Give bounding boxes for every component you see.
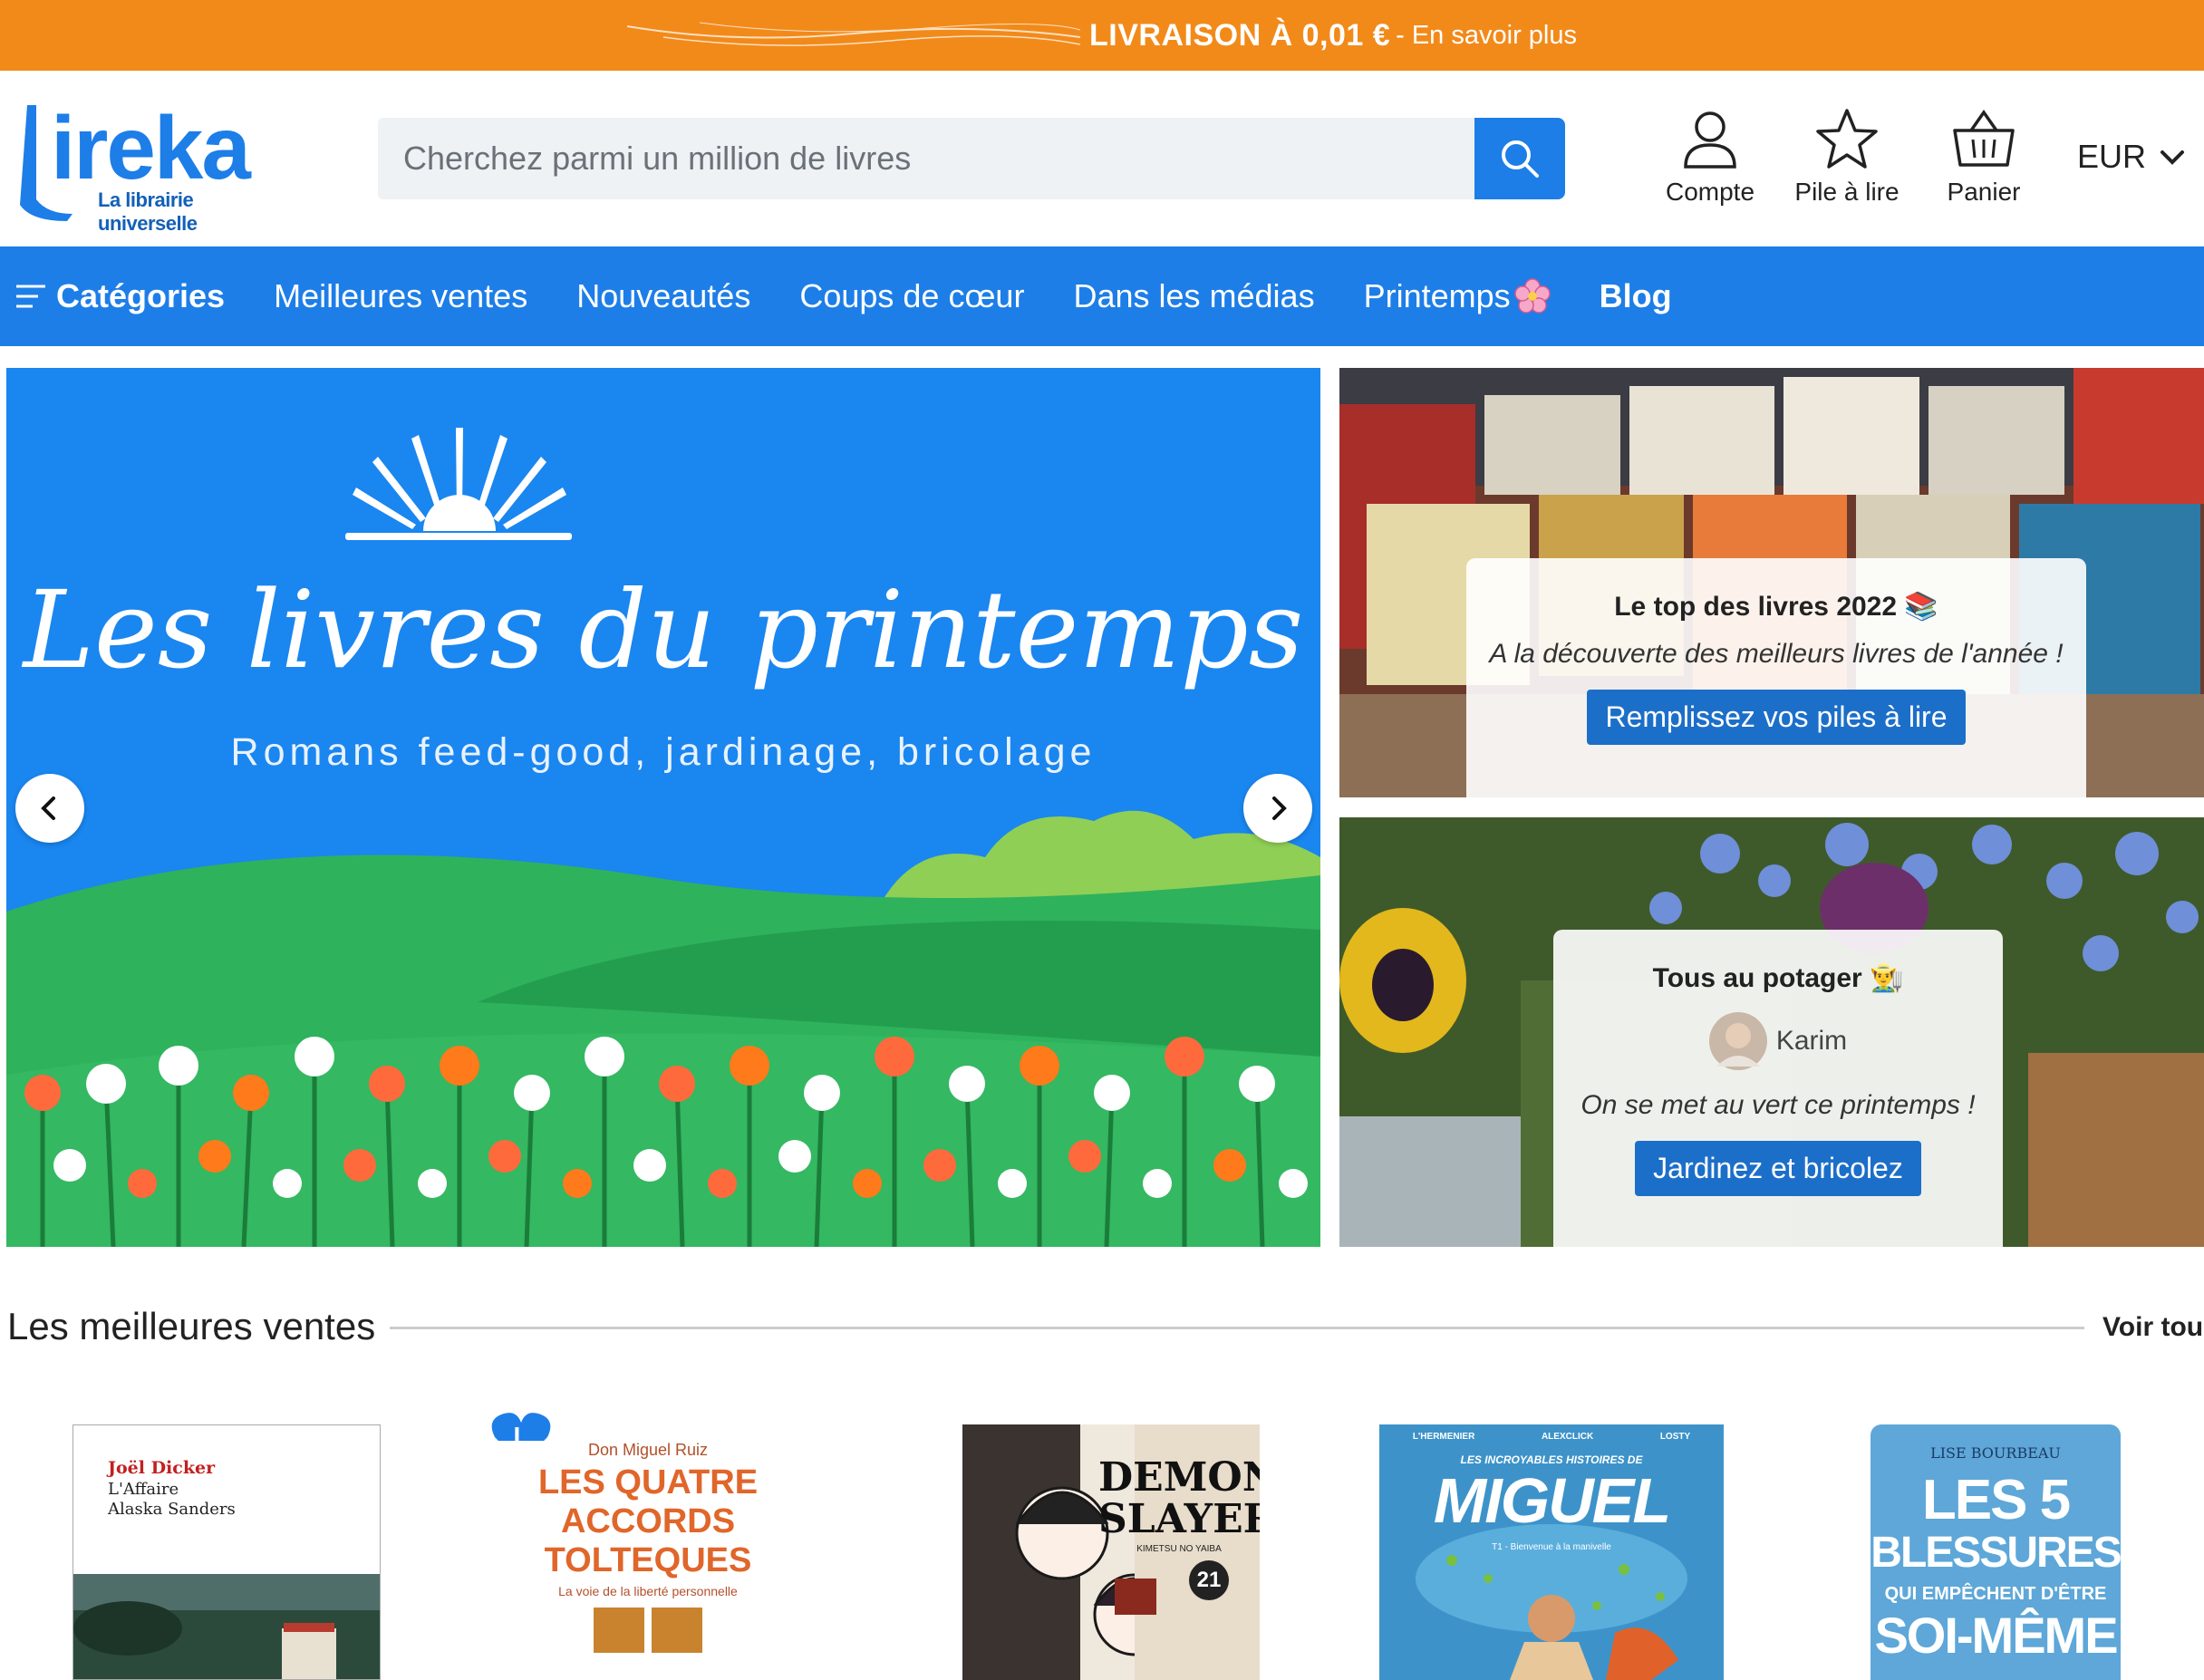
nav-spring-label: Printemps — [1363, 277, 1511, 314]
swoosh-decoration — [627, 22, 1081, 46]
star-icon — [1816, 109, 1878, 169]
section-divider — [390, 1327, 2084, 1329]
garden-card[interactable]: Tous au potager 👨‍🌾 Karim On se met au v… — [1339, 817, 2204, 1247]
book-card[interactable]: L'HERMENIER ALEXCLICK LOSTY LES INCROYAB… — [1379, 1424, 1724, 1680]
lireka-logo[interactable]: ireka La librairie universelle — [14, 98, 286, 235]
wishlist-button[interactable]: Pile à lire — [1784, 107, 1910, 207]
author-avatar — [1708, 1012, 1767, 1070]
book-title-line: L'Affaire — [108, 1480, 179, 1499]
book-title-line: LES QUATRE — [537, 1463, 759, 1501]
currency-value: EUR — [2077, 138, 2147, 175]
promo-banner[interactable]: LIVRAISON À 0,01 € - En savoir plus — [0, 0, 2204, 71]
fill-reading-piles-button[interactable]: Remplissez vos piles à lire — [1587, 690, 1966, 745]
logo-wordmark: ireka — [51, 98, 251, 198]
nav-favorites[interactable]: Coups de cœur — [799, 277, 1024, 315]
volume-badge: 21 — [1189, 1560, 1229, 1600]
book-card[interactable]: Joël Dicker L'Affaire Alaska Sanders — [72, 1424, 381, 1680]
carousel-prev-button[interactable] — [15, 774, 84, 843]
nav-best-sellers[interactable]: Meilleures ventes — [274, 277, 527, 315]
site-header: ireka La librairie universelle Compte Pi… — [0, 71, 2204, 246]
garden-diy-button[interactable]: Jardinez et bricolez — [1635, 1141, 1921, 1196]
promo-strong-text: LIVRAISON À 0,01 € — [1089, 17, 1391, 53]
nav-categories-label: Catégories — [56, 277, 226, 314]
search-input[interactable] — [378, 118, 1474, 199]
account-button[interactable]: Compte — [1647, 107, 1774, 207]
top-books-card[interactable]: Le top des livres 2022 📚 A la découverte… — [1339, 368, 2204, 797]
top-books-text: A la découverte des meilleurs livres de … — [1489, 639, 2064, 669]
book-card[interactable]: L Don Miguel Ruiz LES QUATRE ACCORDS TOL… — [489, 1413, 807, 1680]
book-title-line: SLAYER — [1098, 1496, 1260, 1542]
book-title-line: QUI EMPÊCHENT D'ÊTRE — [1884, 1584, 2107, 1604]
top-books-title: Le top des livres 2022 📚 — [1614, 592, 1938, 622]
top-books-overlay: Le top des livres 2022 📚 A la découverte… — [1466, 558, 2086, 797]
menu-icon — [16, 285, 45, 308]
book-author: Don Miguel Ruiz — [587, 1441, 709, 1459]
book-title-big: MIGUEL — [1433, 1465, 1671, 1536]
carousel-next-button[interactable] — [1243, 774, 1312, 843]
book-credit: ALEXCLICK — [1541, 1432, 1594, 1442]
book-credit: L'HERMENIER — [1412, 1432, 1475, 1442]
chevron-left-icon — [41, 797, 55, 820]
book-title-line: Alaska Sanders — [108, 1500, 236, 1519]
account-label: Compte — [1665, 178, 1755, 206]
book-cover: Don Miguel Ruiz LES QUATRE ACCORDS TOLTE… — [489, 1441, 807, 1680]
wishlist-label: Pile à lire — [1794, 178, 1900, 206]
search-icon — [1502, 140, 1539, 178]
book-author: Joël Dicker — [108, 1458, 216, 1478]
logo-tagline: La librairie universelle — [98, 188, 198, 235]
garden-overlay: Tous au potager 👨‍🌾 Karim On se met au v… — [1553, 930, 2003, 1247]
search-button[interactable] — [1474, 118, 1565, 199]
book-title-line: DEMON — [1098, 1454, 1260, 1501]
cart-label: Panier — [1947, 178, 2021, 206]
book-card[interactable]: DEMON SLAYER KIMETSU NO YAIBA 21 — [962, 1424, 1260, 1680]
hero-illustration — [6, 428, 1320, 1247]
book-subtitle: KIMETSU NO YAIBA — [1136, 1544, 1222, 1554]
book-tome: T1 - Bienvenue à la manivelle — [1492, 1542, 1611, 1552]
author-row: Karim — [1553, 1012, 2003, 1070]
book-title-line: SOI-MÊME — [1874, 1607, 2118, 1664]
author-name: Karim — [1775, 1026, 1848, 1056]
book-title-line: TOLTEQUES — [544, 1541, 752, 1579]
book-credit: LOSTY — [1659, 1432, 1691, 1442]
cherry-blossom-icon — [1513, 278, 1551, 314]
chevron-down-icon — [2160, 150, 2185, 165]
hero-subtitle: Romans feed-good, jardinage, bricolage — [230, 730, 1097, 774]
basket-icon — [1953, 109, 2015, 167]
book-title-line: LES 5 — [1921, 1469, 2071, 1531]
promo-link-text[interactable]: - En savoir plus — [1396, 21, 1577, 51]
nav-in-media[interactable]: Dans les médias — [1073, 277, 1314, 315]
book-credits: L'HERMENIER ALEXCLICK LOSTY — [1379, 1432, 1724, 1442]
search-bar — [378, 118, 1565, 199]
nav-spring[interactable]: Printemps — [1364, 277, 1551, 315]
nav-new-releases[interactable]: Nouveautés — [576, 277, 750, 315]
garden-title: Tous au potager 👨‍🌾 — [1652, 963, 1904, 993]
user-icon — [1684, 111, 1736, 169]
book-cover-painting — [73, 1574, 380, 1679]
nav-blog[interactable]: Blog — [1600, 277, 1672, 315]
book-cover-art — [594, 1608, 702, 1653]
hero-carousel[interactable]: Les livres du printemps Romans feed-good… — [6, 368, 1320, 1247]
main-nav: Catégories Meilleures ventes Nouveautés … — [0, 246, 2204, 346]
book-tagline: La voie de la liberté personnelle — [558, 1584, 738, 1598]
see-all-link[interactable]: Voir tou — [2102, 1312, 2203, 1343]
nav-categories[interactable]: Catégories — [14, 277, 225, 315]
chevron-right-icon — [1272, 797, 1287, 820]
section-title: Les meilleures ventes — [7, 1305, 376, 1347]
book-card[interactable]: LISE BOURBEAU LES 5 BLESSURES QUI EMPÊCH… — [1870, 1424, 2121, 1680]
garden-text: On se met au vert ce printemps ! — [1580, 1090, 1976, 1120]
book-author: LISE BOURBEAU — [1930, 1444, 2061, 1462]
hero-title: Les livres du printemps — [23, 567, 1304, 692]
book-title-line: ACCORDS — [560, 1502, 736, 1540]
cart-button[interactable]: Panier — [1920, 107, 2047, 207]
book-title-line: BLESSURES — [1870, 1529, 2121, 1577]
currency-selector[interactable]: EUR — [2077, 138, 2188, 176]
